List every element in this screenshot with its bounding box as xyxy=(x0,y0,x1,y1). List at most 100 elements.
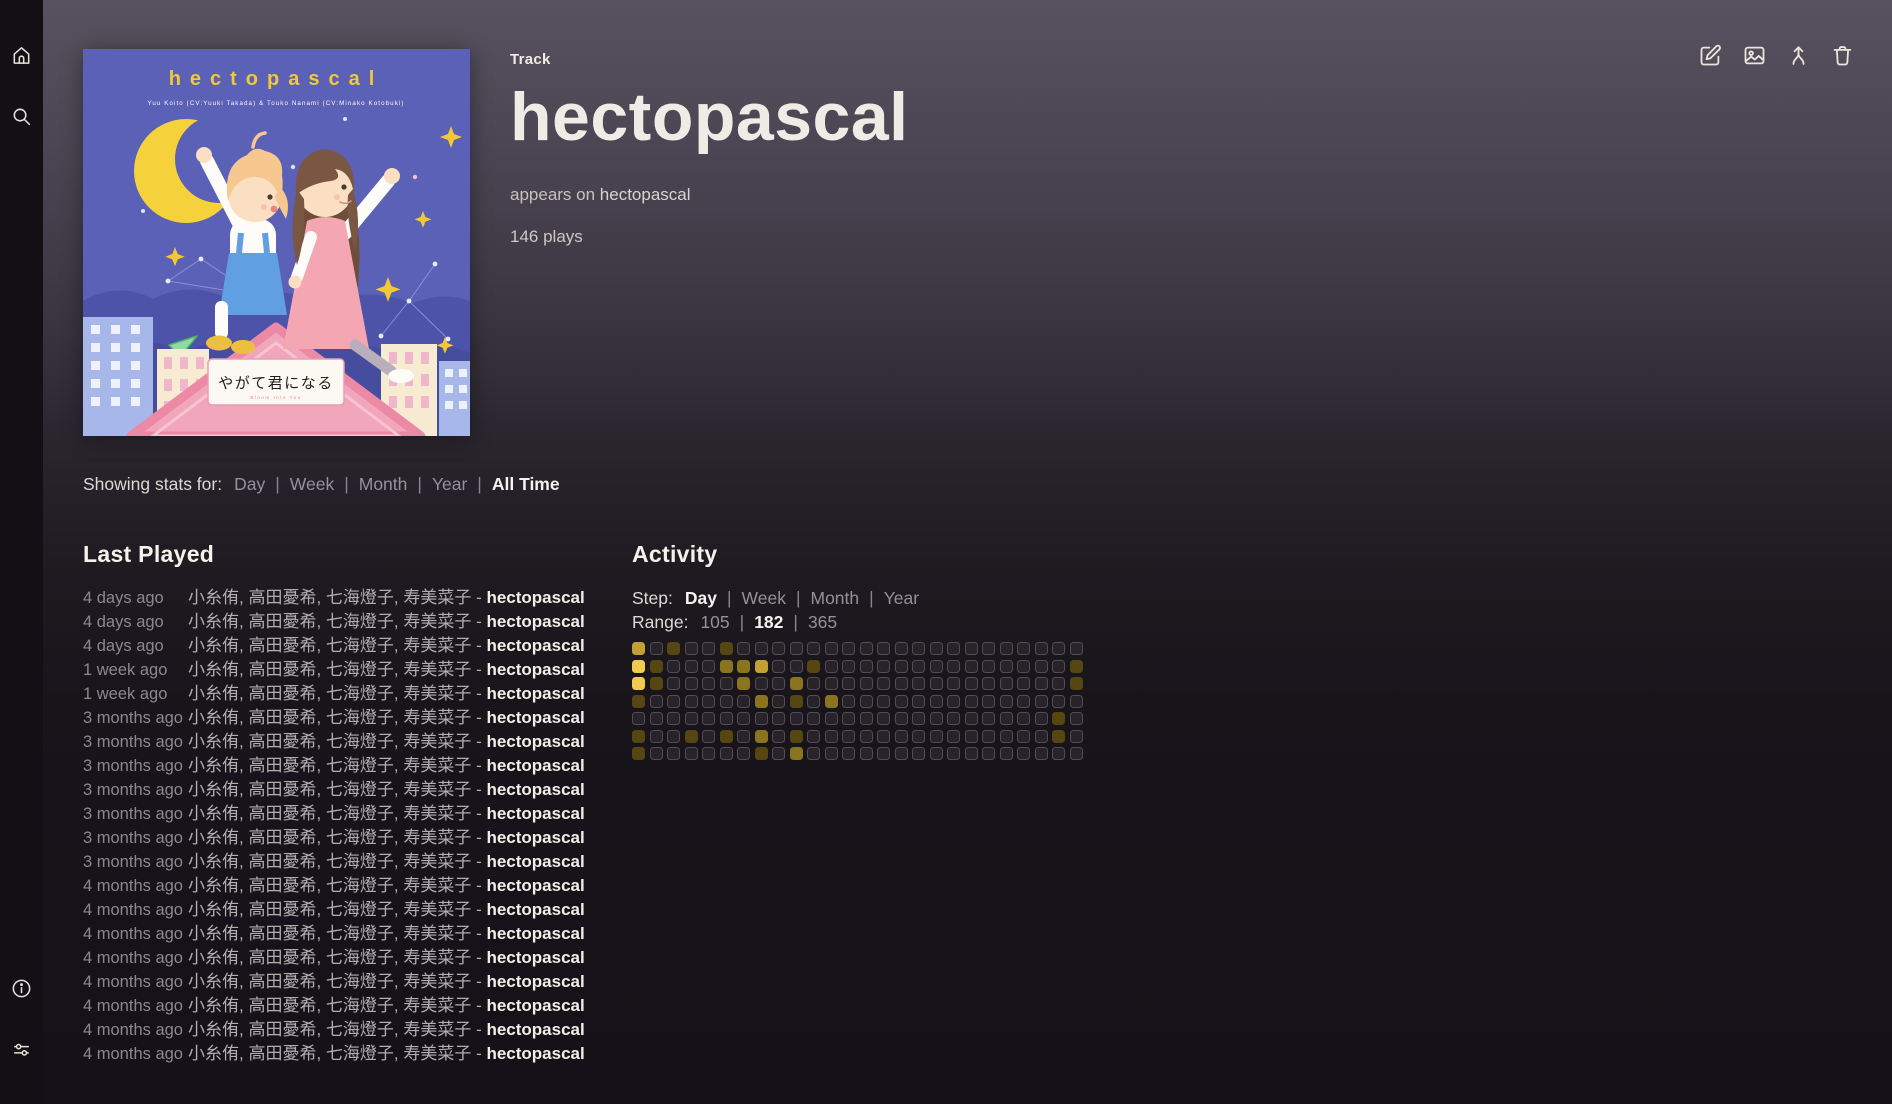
activity-day-cell[interactable] xyxy=(650,660,663,673)
activity-day-cell[interactable] xyxy=(720,712,733,725)
scrobble-artists-link[interactable]: 小糸侑, 高田憂希, 七海燈子, 寿美菜子 xyxy=(188,876,471,895)
activity-day-cell[interactable] xyxy=(667,642,680,655)
activity-day-cell[interactable] xyxy=(755,695,768,708)
activity-day-cell[interactable] xyxy=(930,660,943,673)
activity-day-cell[interactable] xyxy=(807,730,820,743)
activity-day-cell[interactable] xyxy=(632,677,645,690)
activity-day-cell[interactable] xyxy=(772,712,785,725)
activity-day-cell[interactable] xyxy=(982,695,995,708)
scrobble-track-link[interactable]: hectopascal xyxy=(486,588,584,607)
activity-day-cell[interactable] xyxy=(877,660,890,673)
edit-button[interactable] xyxy=(1697,42,1724,69)
activity-day-cell[interactable] xyxy=(790,642,803,655)
activity-day-cell[interactable] xyxy=(1000,712,1013,725)
scrobble-artists-link[interactable]: 小糸侑, 高田憂希, 七海燈子, 寿美菜子 xyxy=(188,828,471,847)
scrobble-artists-link[interactable]: 小糸侑, 高田憂希, 七海燈子, 寿美菜子 xyxy=(188,636,471,655)
activity-day-cell[interactable] xyxy=(860,730,873,743)
activity-day-cell[interactable] xyxy=(790,660,803,673)
activity-day-cell[interactable] xyxy=(842,712,855,725)
activity-day-cell[interactable] xyxy=(1070,747,1083,760)
scrobble-track-link[interactable]: hectopascal xyxy=(486,996,584,1015)
activity-day-cell[interactable] xyxy=(702,747,715,760)
activity-day-cell[interactable] xyxy=(772,660,785,673)
activity-day-cell[interactable] xyxy=(632,642,645,655)
activity-day-cell[interactable] xyxy=(702,642,715,655)
activity-day-cell[interactable] xyxy=(685,677,698,690)
activity-day-cell[interactable] xyxy=(650,642,663,655)
activity-day-cell[interactable] xyxy=(667,660,680,673)
delete-button[interactable] xyxy=(1829,42,1856,69)
activity-day-cell[interactable] xyxy=(930,747,943,760)
sidebar-info-button[interactable] xyxy=(10,977,33,1000)
activity-day-cell[interactable] xyxy=(930,677,943,690)
activity-day-cell[interactable] xyxy=(912,642,925,655)
activity-day-cell[interactable] xyxy=(650,695,663,708)
activity-day-cell[interactable] xyxy=(755,730,768,743)
activity-day-cell[interactable] xyxy=(667,712,680,725)
activity-day-cell[interactable] xyxy=(1052,660,1065,673)
scrobble-artists-link[interactable]: 小糸侑, 高田憂希, 七海燈子, 寿美菜子 xyxy=(188,780,471,799)
activity-day-cell[interactable] xyxy=(825,730,838,743)
activity-day-cell[interactable] xyxy=(965,642,978,655)
activity-day-cell[interactable] xyxy=(685,747,698,760)
activity-day-cell[interactable] xyxy=(895,642,908,655)
scrobble-artists-link[interactable]: 小糸侑, 高田憂希, 七海燈子, 寿美菜子 xyxy=(188,948,471,967)
activity-day-cell[interactable] xyxy=(842,660,855,673)
activity-day-cell[interactable] xyxy=(1035,730,1048,743)
activity-day-cell[interactable] xyxy=(772,695,785,708)
activity-day-cell[interactable] xyxy=(912,695,925,708)
activity-day-cell[interactable] xyxy=(737,660,750,673)
activity-day-cell[interactable] xyxy=(947,747,960,760)
scrobble-track-link[interactable]: hectopascal xyxy=(486,924,584,943)
activity-day-cell[interactable] xyxy=(1070,660,1083,673)
activity-day-cell[interactable] xyxy=(1017,695,1030,708)
activity-day-cell[interactable] xyxy=(982,712,995,725)
activity-day-cell[interactable] xyxy=(1017,642,1030,655)
activity-day-cell[interactable] xyxy=(685,712,698,725)
activity-day-cell[interactable] xyxy=(685,730,698,743)
scrobble-artists-link[interactable]: 小糸侑, 高田憂希, 七海燈子, 寿美菜子 xyxy=(188,588,471,607)
activity-day-cell[interactable] xyxy=(965,660,978,673)
activity-day-cell[interactable] xyxy=(650,677,663,690)
scrobble-track-link[interactable]: hectopascal xyxy=(486,660,584,679)
activity-day-cell[interactable] xyxy=(1017,677,1030,690)
scrobble-track-link[interactable]: hectopascal xyxy=(486,1044,584,1063)
activity-day-cell[interactable] xyxy=(1035,660,1048,673)
activity-day-cell[interactable] xyxy=(772,677,785,690)
activity-day-cell[interactable] xyxy=(895,695,908,708)
scrobble-track-link[interactable]: hectopascal xyxy=(486,732,584,751)
activity-day-cell[interactable] xyxy=(737,677,750,690)
activity-day-cell[interactable] xyxy=(842,642,855,655)
activity-day-cell[interactable] xyxy=(1052,677,1065,690)
sidebar-settings-button[interactable] xyxy=(10,1038,33,1061)
activity-day-cell[interactable] xyxy=(1035,695,1048,708)
activity-day-cell[interactable] xyxy=(1017,730,1030,743)
activity-day-cell[interactable] xyxy=(930,695,943,708)
scrobble-artists-link[interactable]: 小糸侑, 高田憂希, 七海燈子, 寿美菜子 xyxy=(188,756,471,775)
activity-day-cell[interactable] xyxy=(912,677,925,690)
activity-day-cell[interactable] xyxy=(772,642,785,655)
activity-day-cell[interactable] xyxy=(755,677,768,690)
activity-day-cell[interactable] xyxy=(1052,747,1065,760)
activity-day-cell[interactable] xyxy=(825,712,838,725)
scrobble-track-link[interactable]: hectopascal xyxy=(486,1020,584,1039)
activity-day-cell[interactable] xyxy=(895,747,908,760)
activity-day-cell[interactable] xyxy=(807,695,820,708)
activity-day-cell[interactable] xyxy=(930,642,943,655)
scrobble-track-link[interactable]: hectopascal xyxy=(486,636,584,655)
change-artwork-button[interactable] xyxy=(1741,42,1768,69)
activity-day-cell[interactable] xyxy=(877,730,890,743)
scrobble-artists-link[interactable]: 小糸侑, 高田憂希, 七海燈子, 寿美菜子 xyxy=(188,924,471,943)
activity-day-cell[interactable] xyxy=(1052,642,1065,655)
activity-day-cell[interactable] xyxy=(650,747,663,760)
activity-day-cell[interactable] xyxy=(720,695,733,708)
activity-day-cell[interactable] xyxy=(895,730,908,743)
activity-day-cell[interactable] xyxy=(790,730,803,743)
scrobble-track-link[interactable]: hectopascal xyxy=(486,708,584,727)
activity-day-cell[interactable] xyxy=(1000,730,1013,743)
scrobble-track-link[interactable]: hectopascal xyxy=(486,684,584,703)
activity-day-cell[interactable] xyxy=(755,660,768,673)
activity-day-cell[interactable] xyxy=(667,730,680,743)
scrobble-track-link[interactable]: hectopascal xyxy=(486,804,584,823)
activity-day-cell[interactable] xyxy=(807,642,820,655)
